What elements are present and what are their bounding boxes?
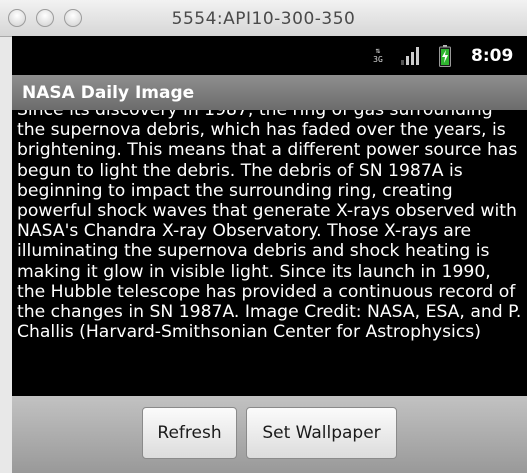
app-title-bar: NASA Daily Image xyxy=(12,75,527,110)
device-screen: ⇅ 3G 8:09 NASA Daily Image Since its disc… xyxy=(12,36,527,473)
image-description-scroll[interactable]: Since its discovery in 1987, the ring of… xyxy=(12,110,527,396)
emulator-window: 5554:API10-300-350 ⇅ 3G 8:09 NASA Daily I… xyxy=(0,0,527,473)
battery-charging-icon xyxy=(439,45,451,67)
button-bar: Refresh Set Wallpaper xyxy=(12,396,527,473)
status-bar: ⇅ 3G 8:09 xyxy=(12,36,527,75)
set-wallpaper-button[interactable]: Set Wallpaper xyxy=(246,407,397,459)
window-titlebar: 5554:API10-300-350 xyxy=(0,0,527,37)
signal-strength-icon xyxy=(401,47,421,65)
network-3g-icon: ⇅ 3G xyxy=(373,46,383,64)
window-title: 5554:API10-300-350 xyxy=(171,9,356,29)
app-title: NASA Daily Image xyxy=(22,83,195,103)
status-time: 8:09 xyxy=(471,46,514,66)
refresh-button[interactable]: Refresh xyxy=(142,407,237,459)
image-description: Since its discovery in 1987, the ring of… xyxy=(17,110,522,343)
